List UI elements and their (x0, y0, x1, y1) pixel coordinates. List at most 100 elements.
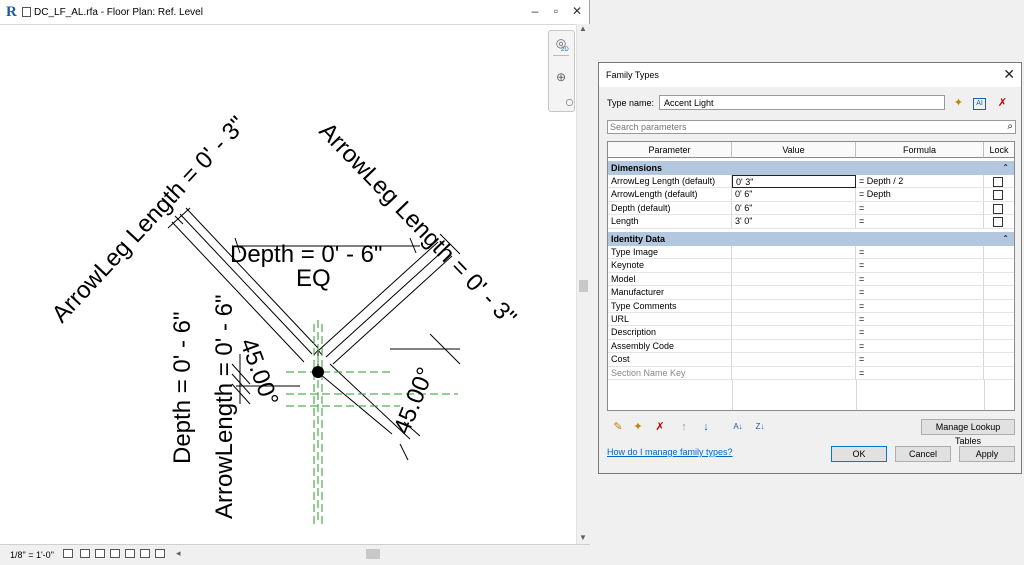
horizontal-scroll-thumb[interactable] (366, 549, 380, 559)
arrowlength-vertical-label[interactable]: ArrowLength = 0' - 6" (211, 294, 238, 519)
vertical-scroll-thumb[interactable] (579, 280, 588, 292)
lock-checkbox[interactable] (993, 177, 1003, 187)
formula-cell[interactable]: = (856, 201, 984, 215)
collapse-icon[interactable]: ⌃ (1002, 232, 1009, 246)
value-cell[interactable] (732, 299, 856, 313)
move-up-icon[interactable]: ↑ (677, 420, 691, 434)
delete-parameter-icon[interactable]: ✗ (653, 420, 667, 434)
depth-top-label[interactable]: Depth = 0' - 6" (230, 241, 383, 268)
help-link[interactable]: How do I manage family types? (607, 447, 733, 457)
value-cell[interactable] (732, 353, 856, 367)
ok-button[interactable]: OK (831, 446, 887, 462)
column-header-lock[interactable]: Lock (984, 142, 1014, 158)
table-row[interactable]: ArrowLength (default) 0' 6" = Depth (608, 188, 1014, 202)
table-row[interactable]: Depth (default) 0' 6" = (608, 201, 1014, 216)
table-row[interactable]: ArrowLeg Length (default) 0' 3" = Depth … (608, 175, 1014, 189)
search-input[interactable] (610, 121, 990, 133)
search-icon[interactable]: ⌕ (1007, 121, 1013, 132)
insertion-point-dot[interactable] (312, 366, 324, 378)
depth-vertical-label[interactable]: Depth = 0' - 6" (169, 311, 196, 464)
restore-button[interactable]: ▫ (549, 4, 563, 18)
formula-cell[interactable]: = (856, 286, 984, 300)
value-cell[interactable]: 3' 0" (732, 215, 856, 229)
formula-cell[interactable]: = (856, 326, 984, 340)
value-cell[interactable]: 0' 3" (732, 175, 856, 188)
value-cell[interactable] (732, 326, 856, 340)
lock-checkbox[interactable] (993, 203, 1003, 214)
lock-checkbox[interactable] (993, 190, 1003, 201)
table-row[interactable]: Type Comments = (608, 299, 1014, 313)
formula-cell[interactable]: = Depth (856, 188, 984, 202)
table-row[interactable]: Length 3' 0" = (608, 215, 1014, 229)
search-parameters-field[interactable]: ⌕ (607, 120, 1016, 134)
value-cell[interactable] (732, 313, 856, 326)
formula-cell[interactable]: = Depth / 2 (856, 175, 984, 188)
minimize-button[interactable]: – (528, 4, 542, 18)
type-name-dropdown[interactable]: Accent Light ⌵ (659, 95, 945, 110)
vertical-scrollbar[interactable]: ▲ ▼ (576, 24, 590, 544)
formula-cell[interactable]: = (856, 299, 984, 313)
manage-lookup-tables-button[interactable]: Manage Lookup Tables (921, 419, 1015, 446)
new-parameter-icon[interactable]: ✦ (631, 420, 645, 434)
move-down-icon[interactable]: ↓ (699, 420, 713, 434)
shadows-icon[interactable] (110, 549, 120, 558)
detail-level-icon[interactable] (63, 549, 73, 558)
view-scale[interactable]: 1/8" = 1'-0" (10, 550, 54, 560)
table-row[interactable]: Assembly Code = (608, 339, 1014, 354)
lock-checkbox[interactable] (993, 217, 1003, 228)
sort-descending-icon[interactable]: Z↓ (753, 420, 767, 434)
value-cell[interactable]: 0' 6" (732, 201, 856, 215)
cancel-button[interactable]: Cancel (895, 446, 951, 462)
table-row[interactable]: Type Image = (608, 246, 1014, 260)
table-row[interactable]: URL = (608, 313, 1014, 327)
sort-ascending-icon[interactable]: A↓ (731, 420, 745, 434)
visual-style-icon[interactable] (80, 549, 90, 558)
formula-cell[interactable]: = (856, 313, 984, 326)
rename-type-icon[interactable]: AI (973, 98, 986, 110)
reveal-hidden-icon[interactable] (140, 549, 150, 558)
revit-logo-icon[interactable]: R (6, 4, 20, 20)
delete-type-icon[interactable]: ✗ (995, 96, 1010, 110)
formula-cell[interactable]: = (856, 259, 984, 273)
table-row[interactable]: Model = (608, 272, 1014, 287)
table-row[interactable]: Keynote = (608, 259, 1014, 273)
formula-cell[interactable]: = (856, 366, 984, 380)
column-header-value[interactable]: Value (732, 142, 856, 158)
value-cell[interactable] (732, 259, 856, 273)
arrowleg-length-right-label[interactable]: ArrowLeg Length = 0' - 3" (314, 117, 522, 331)
table-row[interactable]: Section Name Key = (608, 366, 1014, 380)
value-cell[interactable] (732, 339, 856, 353)
scroll-up-icon[interactable]: ▲ (579, 24, 587, 33)
temporary-hide-icon[interactable] (155, 549, 165, 558)
close-view-button[interactable]: ✕ (570, 4, 584, 18)
new-type-icon[interactable]: ✦ (951, 96, 966, 110)
table-row[interactable]: Description = (608, 326, 1014, 340)
zoom-icon[interactable]: ⊕ (553, 69, 569, 85)
scroll-down-icon[interactable]: ▼ (579, 533, 587, 542)
angle-left-label[interactable]: 45.00° (234, 335, 283, 410)
collapse-icon[interactable]: ⌃ (1002, 161, 1009, 175)
sun-path-icon[interactable] (95, 549, 105, 558)
value-cell[interactable] (732, 246, 856, 259)
column-header-formula[interactable]: Formula (856, 142, 984, 158)
formula-cell[interactable]: = (856, 272, 984, 286)
formula-cell[interactable]: = (856, 246, 984, 259)
apply-button[interactable]: Apply (959, 446, 1015, 462)
column-header-parameter[interactable]: Parameter (608, 142, 732, 158)
table-row[interactable]: Cost = (608, 353, 1014, 367)
angle-right-label[interactable]: 45.00° (389, 364, 440, 439)
formula-cell[interactable]: = (856, 339, 984, 353)
value-cell[interactable] (732, 366, 856, 380)
horizontal-scrollbar[interactable]: ◂ (176, 548, 574, 560)
group-header-identity-data[interactable]: Identity Data ⌃ (608, 232, 1014, 246)
value-cell[interactable] (732, 272, 856, 286)
group-header-dimensions[interactable]: Dimensions ⌃ (608, 161, 1014, 175)
formula-cell[interactable]: = (856, 353, 984, 367)
edit-parameter-icon[interactable]: ✎ (611, 420, 625, 434)
nav-resize-handle[interactable] (566, 99, 573, 106)
crop-icon[interactable] (125, 549, 135, 558)
formula-cell[interactable]: = (856, 215, 984, 229)
value-cell[interactable]: 0' 6" (732, 188, 856, 202)
eq-label[interactable]: EQ (296, 265, 331, 292)
drawing-canvas[interactable]: ArrowLeg Length = 0' - 3" ArrowLeg Lengt… (0, 24, 576, 544)
